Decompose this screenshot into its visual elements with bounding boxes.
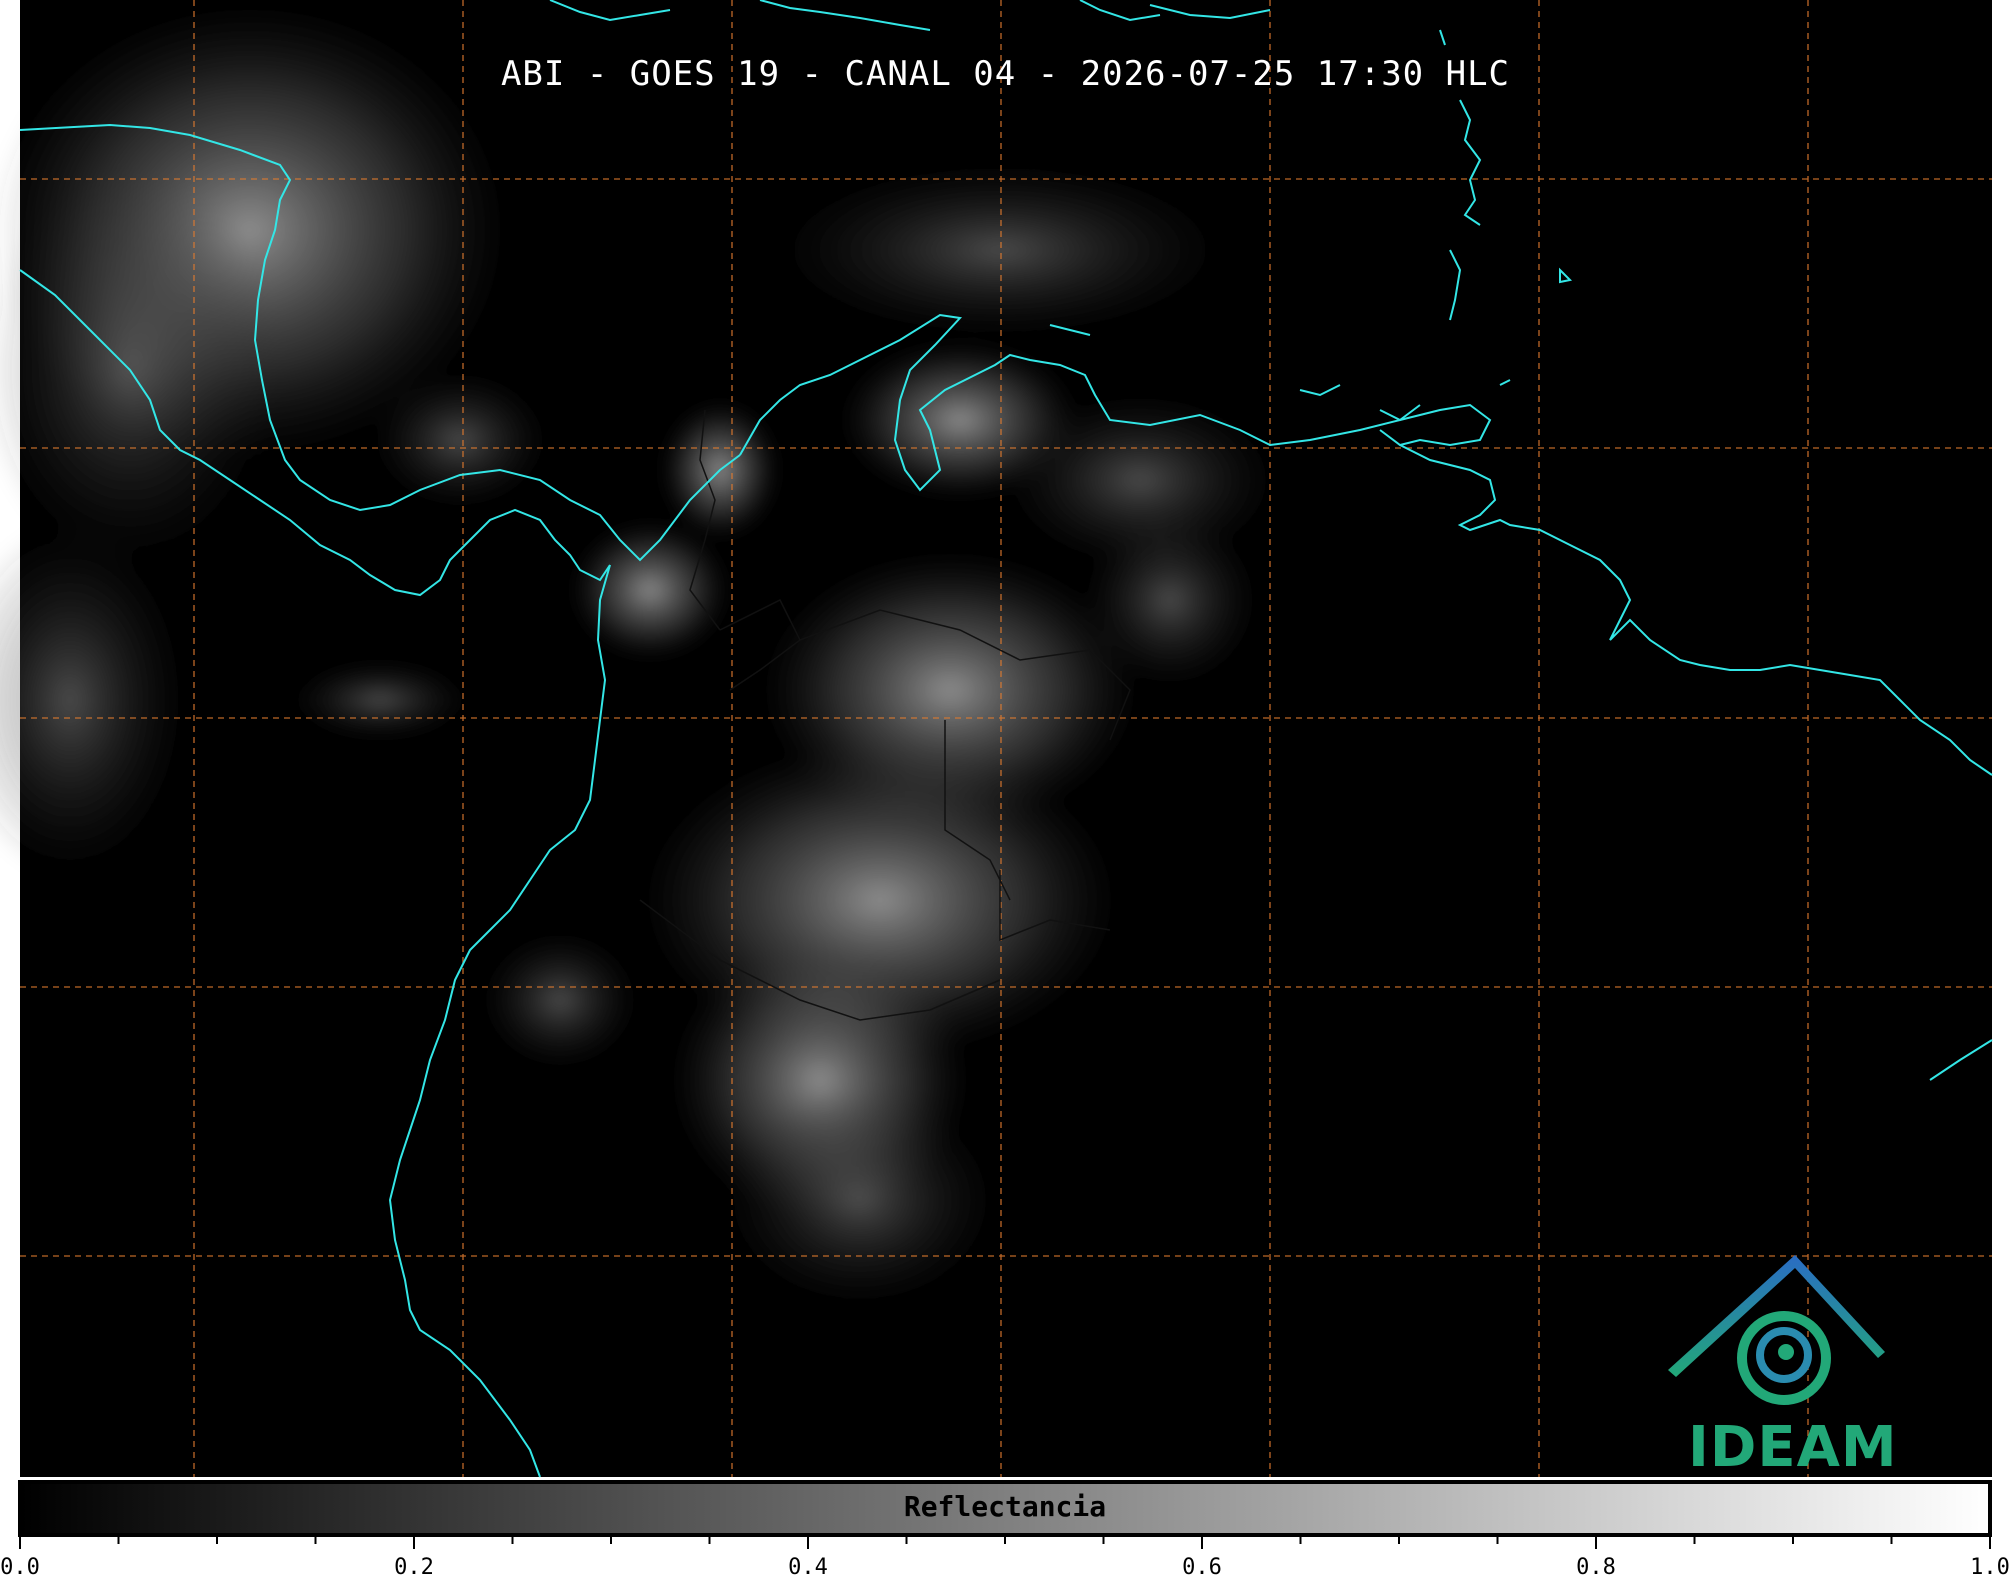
colorbar-tick-label: 1.0: [1970, 1555, 2010, 1580]
satellite-map: [0, 0, 1993, 1549]
colorbar-tick-label: 0.8: [1576, 1555, 1616, 1580]
colorbar-ticks: [19, 1535, 1991, 1549]
colorbar-label: Reflectancia: [903, 1490, 1107, 1523]
colorbar-tick-label: 0.0: [0, 1555, 40, 1580]
ideam-logo-text: IDEAM: [1688, 1415, 1898, 1480]
colorbar-tick-label: 0.4: [788, 1555, 828, 1580]
map-title: ABI - GOES 19 - CANAL 04 - 2026-07-25 17…: [500, 54, 1511, 94]
colorbar-tick-label: 0.6: [1182, 1555, 1222, 1580]
colorbar-tick-label: 0.2: [394, 1555, 434, 1580]
